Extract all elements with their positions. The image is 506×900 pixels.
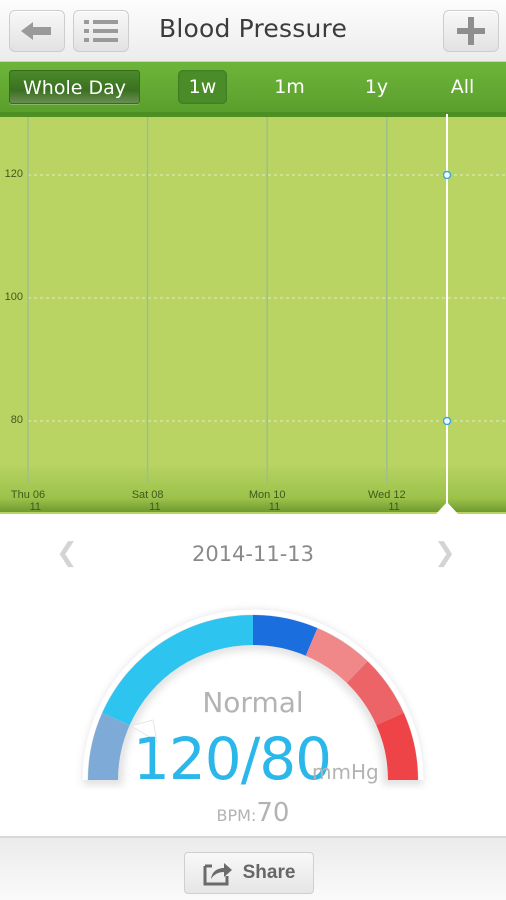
data-point-diastolic[interactable] [442, 416, 452, 426]
chart-top-border [0, 114, 506, 117]
data-point-systolic[interactable] [442, 170, 452, 180]
share-label: Share [242, 862, 296, 883]
tab-1m[interactable]: 1m [265, 70, 314, 104]
x-tick-label: Thu 06 [11, 489, 45, 501]
share-button[interactable]: Share [184, 852, 314, 894]
arrow-left-icon [21, 22, 51, 40]
share-icon [203, 863, 232, 886]
selected-date: 2014-11-13 [191, 542, 315, 566]
range-selector: Whole Day 1w 1m 1y All [0, 62, 506, 114]
plus-icon [457, 17, 485, 45]
bp-status: Normal [202, 686, 304, 719]
x-tick-label: Wed 12 [368, 489, 406, 501]
x-tick-sublabel: 11 [269, 501, 280, 513]
app-screen: Blood Pressure Whole Day 1w 1m 1y All 12… [0, 0, 506, 900]
y-tick-label: 120 [5, 168, 23, 180]
tab-1w[interactable]: 1w [178, 70, 227, 104]
tab-1y[interactable]: 1y [352, 70, 401, 104]
list-icon [84, 20, 118, 42]
bpm-value: 70 [256, 798, 290, 828]
x-tick-sublabel: 11 [149, 501, 160, 513]
bottom-bar: Share [0, 836, 506, 900]
bp-reading: 120/80 [133, 725, 332, 793]
add-button[interactable] [443, 10, 499, 52]
date-navigator: ❮ 2014-11-13 ❯ [0, 536, 506, 576]
page-title: Blood Pressure [158, 14, 348, 43]
bpm-label: BPM: [216, 806, 257, 825]
x-tick-sublabel: 11 [30, 501, 41, 513]
action-bar: Blood Pressure [0, 0, 506, 62]
list-button[interactable] [73, 10, 129, 52]
bp-unit: mmHg [312, 760, 379, 784]
chart-canvas[interactable]: 12010080 Thu 0611Sat 0811Mon 1011Wed 121… [0, 114, 506, 514]
bpm-readout: BPM:70 [0, 798, 506, 828]
x-tick-label: Sat 08 [132, 489, 164, 501]
chevron-right-icon[interactable]: ❯ [434, 538, 456, 568]
x-tick-label: Mon 10 [249, 489, 286, 501]
tab-all[interactable]: All [438, 70, 487, 104]
y-tick-label: 80 [11, 414, 23, 426]
bp-chart[interactable]: 120 100 80 Thu 06 11 Sat 08 11 Mon 10 11 Wed 12 1… [0, 114, 506, 514]
x-tick-sublabel: 11 [388, 501, 399, 513]
y-tick-label: 100 [5, 291, 23, 303]
tab-whole-day[interactable]: Whole Day [9, 70, 140, 104]
chart-background [0, 114, 506, 514]
back-button[interactable] [9, 10, 65, 52]
